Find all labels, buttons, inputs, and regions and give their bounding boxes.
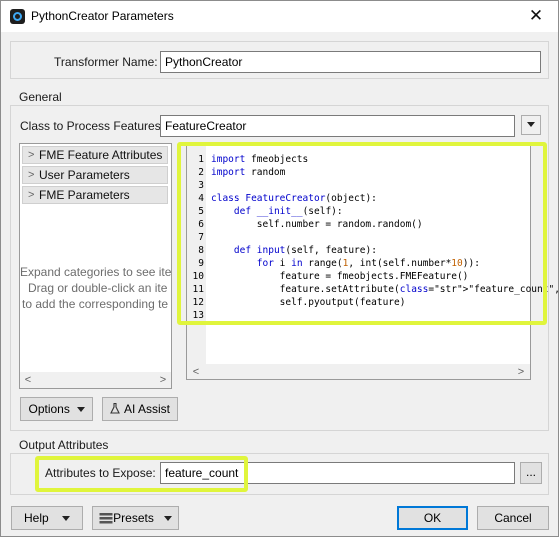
- code-highlight-annotation: [177, 142, 547, 325]
- tree-hint-line-2: Drag or double-click an ite: [28, 281, 168, 295]
- tree-hint-line-3: to add the corresponding te: [22, 297, 169, 311]
- fme-workbench-icon: [10, 9, 25, 24]
- transformer-name-label: Transformer Name:: [54, 55, 158, 69]
- flask-icon: [110, 403, 120, 414]
- tree-category-fme-feature-attributes[interactable]: > FME Feature Attributes: [22, 146, 168, 164]
- tree-horizontal-scrollbar[interactable]: < >: [20, 372, 171, 388]
- help-button[interactable]: Help: [11, 506, 83, 530]
- class-dropdown-button[interactable]: [521, 115, 541, 135]
- chevron-right-icon: >: [28, 149, 35, 161]
- chevron-down-icon: [527, 122, 535, 128]
- chevron-right-icon: >: [28, 169, 35, 181]
- scroll-right-icon[interactable]: >: [155, 372, 171, 388]
- close-icon[interactable]: ✕: [521, 3, 551, 29]
- chevron-down-icon: [76, 407, 85, 413]
- general-legend: General: [19, 90, 62, 104]
- editor-horizontal-scrollbar[interactable]: < >: [187, 364, 530, 379]
- class-to-process-select[interactable]: FeatureCreator: [160, 115, 515, 137]
- tree-hint-line-1: Expand categories to see ite: [20, 265, 172, 279]
- class-to-process-label: Class to Process Features:: [20, 119, 165, 133]
- ok-button[interactable]: OK: [397, 506, 468, 530]
- window-title: PythonCreator Parameters: [31, 9, 174, 23]
- chevron-down-icon: [163, 516, 172, 522]
- ellipsis-button[interactable]: ...: [520, 462, 542, 484]
- expose-highlight-annotation: [35, 456, 248, 492]
- ai-assist-button[interactable]: AI Assist: [102, 397, 178, 421]
- chevron-right-icon: >: [28, 189, 35, 201]
- scroll-left-icon[interactable]: <: [20, 372, 36, 388]
- tree-category-user-parameters[interactable]: > User Parameters: [22, 166, 168, 184]
- attribute-tree[interactable]: > FME Feature Attributes > User Paramete…: [19, 143, 172, 389]
- output-attributes-legend: Output Attributes: [19, 438, 109, 452]
- scroll-left-icon[interactable]: <: [188, 364, 204, 380]
- title-bar: PythonCreator Parameters ✕: [1, 1, 558, 32]
- transformer-name-input[interactable]: PythonCreator: [160, 51, 541, 73]
- options-button[interactable]: Options: [20, 397, 93, 421]
- scroll-right-icon[interactable]: >: [513, 364, 529, 380]
- parameters-dialog: PythonCreator Parameters ✕ Transformer N…: [0, 0, 559, 537]
- chevron-down-icon: [62, 516, 71, 522]
- presets-button[interactable]: Presets: [92, 506, 179, 530]
- presets-icon: [99, 513, 113, 524]
- tree-category-fme-parameters[interactable]: > FME Parameters: [22, 186, 168, 204]
- cancel-button[interactable]: Cancel: [477, 506, 549, 530]
